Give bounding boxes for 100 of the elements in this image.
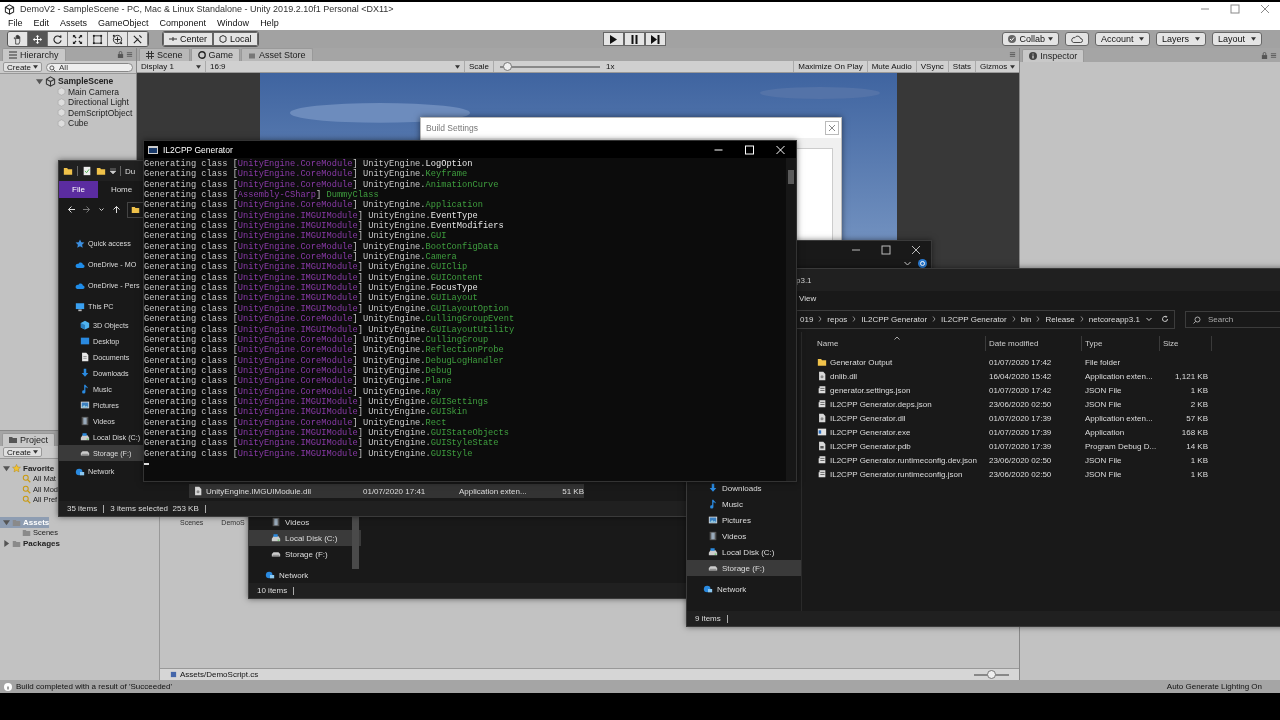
cloud-button[interactable] <box>1065 32 1089 46</box>
tool-button[interactable] <box>108 32 128 46</box>
menu-item[interactable]: File <box>3 18 28 28</box>
dropdown-button[interactable]: Account <box>1095 32 1150 46</box>
lock-icon[interactable] <box>1261 51 1268 59</box>
menu-icon[interactable] <box>1270 51 1277 59</box>
tool-button[interactable] <box>48 32 68 46</box>
pivot-button[interactable]: Local <box>213 32 258 46</box>
pivot-button[interactable]: Center <box>163 32 213 46</box>
gizmos-dropdown[interactable]: Gizmos <box>975 61 1020 72</box>
file-row[interactable]: dnlib.dll 16/04/2020 15:42 Application exten... 1,121 KB <box>814 369 1208 383</box>
breadcrumb[interactable]: 019 <box>800 314 814 324</box>
hierarchy-tab[interactable]: Hierarchy <box>2 48 66 61</box>
breadcrumb[interactable]: IL2CPP Generator <box>861 314 928 324</box>
tree-item[interactable]: Favorite <box>0 463 55 474</box>
nav-item[interactable]: Network <box>687 581 801 597</box>
nav-item[interactable]: Videos <box>687 528 801 544</box>
slider-thumb[interactable] <box>987 670 997 679</box>
menu-icon[interactable] <box>126 51 133 58</box>
game-tab[interactable]: Game <box>190 48 241 61</box>
menu-item[interactable]: Window <box>212 18 255 28</box>
refresh-icon[interactable] <box>1160 315 1169 323</box>
nav-item[interactable]: Music <box>687 496 801 512</box>
dropdown-button[interactable]: Layout <box>1212 32 1262 46</box>
column-header[interactable]: Type <box>1082 336 1160 351</box>
ribbon-tab[interactable]: File <box>59 181 98 198</box>
tool-button[interactable] <box>88 32 108 46</box>
menu-item[interactable]: Edit <box>28 18 55 28</box>
aspect-dropdown[interactable]: 16:9 <box>206 61 465 72</box>
column-header[interactable]: Name <box>814 336 986 351</box>
menu-icon[interactable] <box>1009 51 1017 58</box>
tree-item[interactable]: Main Camera <box>0 86 120 97</box>
toggle-button[interactable]: Maximize On Play <box>793 61 867 72</box>
file-row[interactable]: generator.settings.json 01/07/2020 17:42 JSON File 1 KB <box>814 383 1208 397</box>
search-field[interactable]: Search <box>1184 310 1280 328</box>
menu-item[interactable]: Component <box>154 18 212 28</box>
close-button[interactable] <box>825 121 839 135</box>
forward-icon[interactable] <box>82 205 91 214</box>
tree-item[interactable]: Packages <box>0 538 60 549</box>
properties-icon[interactable] <box>82 166 92 176</box>
tool-button[interactable] <box>28 32 48 46</box>
slider-thumb[interactable] <box>502 62 512 71</box>
search-field[interactable]: All <box>46 62 133 72</box>
expand-arrow-icon[interactable] <box>36 77 43 85</box>
menu-item[interactable]: Help <box>255 18 284 28</box>
back-icon[interactable] <box>67 205 76 214</box>
display-dropdown[interactable]: Display 1 <box>137 61 206 72</box>
breadcrumb[interactable]: bin <box>1020 314 1032 324</box>
tree-item[interactable]: Cube <box>0 118 89 129</box>
toggle-button[interactable]: Mute Audio <box>866 61 916 72</box>
caret-icon[interactable] <box>110 168 116 174</box>
breadcrumb[interactable]: Release <box>1045 314 1075 324</box>
column-header[interactable]: Date modified <box>986 336 1082 351</box>
column-header[interactable]: Size <box>1160 336 1212 351</box>
file-row[interactable]: Generator Output 01/07/2020 17:42 File folder <box>814 355 1208 369</box>
chevron-down-icon[interactable] <box>97 205 106 214</box>
nav-item[interactable]: Storage (F:) <box>687 560 801 576</box>
tool-button[interactable] <box>8 32 28 46</box>
tool-button[interactable] <box>128 32 148 46</box>
scale-slider[interactable] <box>500 62 600 71</box>
chevron-down-icon[interactable] <box>1144 315 1153 323</box>
inspector-tab[interactable]: Inspector <box>1022 49 1085 62</box>
breadcrumb[interactable]: IL2CPP Generator <box>941 314 1007 324</box>
tool-button[interactable] <box>68 32 88 46</box>
step-button[interactable] <box>644 32 666 46</box>
scrollbar[interactable] <box>786 158 796 481</box>
create-button[interactable]: Create <box>3 62 42 72</box>
nav-item[interactable]: Network <box>249 567 361 583</box>
file-row[interactable]: UnityEngine.IMGUIModule.dll 01/07/2020 17:41 Application exten... 51 KB <box>189 484 584 498</box>
tree-item[interactable]: SampleScene <box>0 76 114 87</box>
menu-item[interactable]: Assets <box>55 18 93 28</box>
toggle-button[interactable]: Stats <box>947 61 976 72</box>
nav-item[interactable]: Local Disk (C:) <box>687 544 801 560</box>
nav-item[interactable]: Downloads <box>687 480 801 496</box>
nav-item[interactable]: Pictures <box>687 512 801 528</box>
breadcrumb[interactable]: repos <box>827 314 848 324</box>
nav-item[interactable]: Local Disk (C:) <box>249 530 361 546</box>
menu-item[interactable]: GameObject <box>93 18 154 28</box>
lock-icon[interactable] <box>117 51 124 58</box>
dropdown-button[interactable]: Layers <box>1156 32 1206 46</box>
toggle-button[interactable]: VSync <box>915 61 948 72</box>
create-button[interactable]: Create <box>3 447 42 457</box>
file-row[interactable]: IL2CPP Generator.exe 01/07/2020 17:39 Application 168 KB <box>814 425 1208 439</box>
asset-store-tab[interactable]: Asset Store <box>241 48 313 61</box>
play-button[interactable] <box>602 32 624 46</box>
project-tab[interactable]: Project <box>2 433 55 446</box>
collab-button[interactable]: Collab <box>1002 32 1059 46</box>
up-icon[interactable] <box>112 205 121 214</box>
scene-tab[interactable]: Scene <box>139 48 190 61</box>
nav-item[interactable]: Storage (F:) <box>249 546 361 562</box>
ribbon-tab[interactable]: View <box>799 291 817 306</box>
file-row[interactable]: IL2CPP Generator.deps.json 23/06/2020 02:50 JSON File 2 KB <box>814 397 1208 411</box>
tree-item[interactable]: Directional Light <box>0 97 129 108</box>
file-row[interactable]: IL2CPP Generator.runtimeconfig.json 23/06/2020 02:50 JSON File 1 KB <box>814 467 1208 481</box>
file-row[interactable]: IL2CPP Generator.dll 01/07/2020 17:39 Application exten... 57 KB <box>814 411 1208 425</box>
expand-arrow-icon[interactable] <box>3 518 10 526</box>
address-bar[interactable]: 019 repos IL2CPP Generator IL2CPP Generator bin Release netcoreapp3.1 <box>796 309 1175 329</box>
expand-arrow-icon[interactable] <box>3 539 10 547</box>
scrollbar[interactable] <box>352 517 359 569</box>
expand-arrow-icon[interactable] <box>3 464 10 472</box>
